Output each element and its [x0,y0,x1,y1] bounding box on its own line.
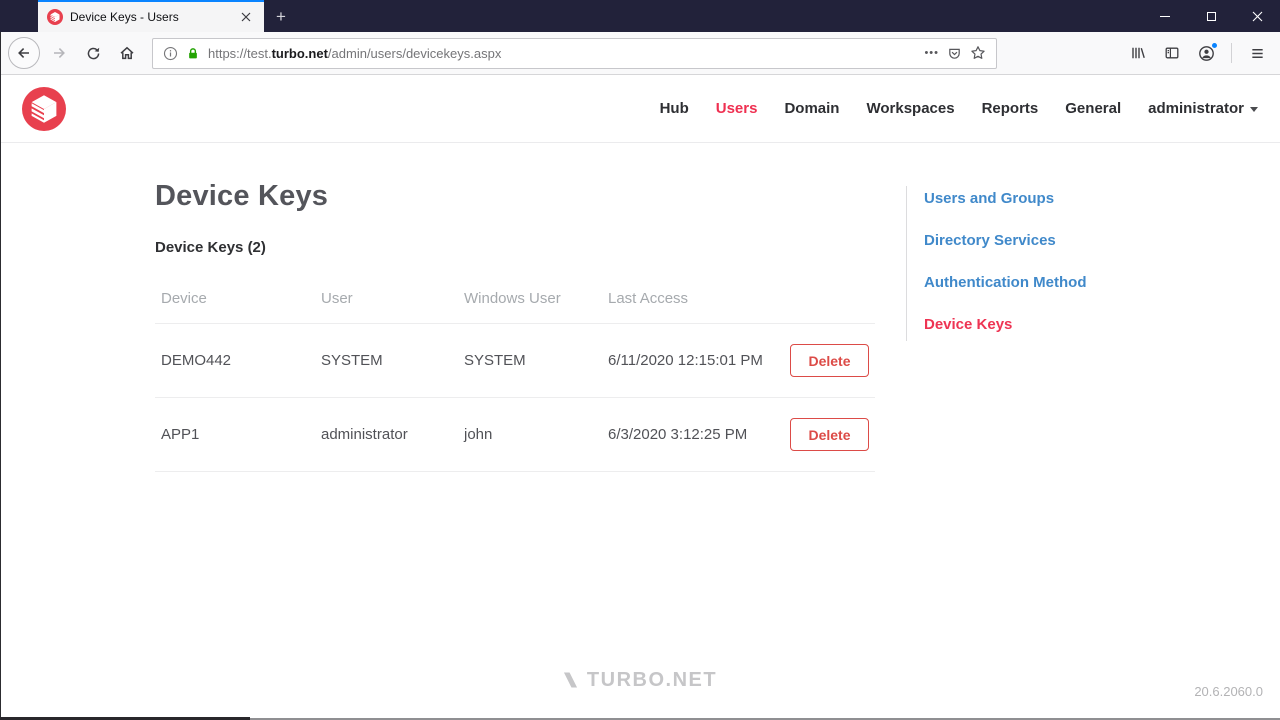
cell-windows-user: john [464,426,493,443]
administrator-label: administrator [1148,100,1244,117]
url-text[interactable]: https://test.turbo.net/admin/users/devic… [208,46,916,61]
cell-windows-user: SYSTEM [464,352,526,369]
page-info-icon[interactable] [163,46,178,61]
page-actions-icon[interactable]: ••• [924,47,939,59]
account-notification-dot [1211,42,1218,49]
pocket-icon[interactable] [947,46,962,61]
nav-item-reports[interactable]: Reports [982,100,1039,117]
content-area: Device Keys Device Keys (2) Device User … [0,143,1280,641]
delete-button[interactable]: Delete [790,344,869,377]
toolbar-separator [1231,43,1232,63]
turbo-wedge-icon [563,672,577,688]
col-header-windows-user: Windows User [464,290,561,307]
minimize-button[interactable] [1142,0,1188,32]
tab-close-icon[interactable] [237,8,255,26]
turbo-logo-icon[interactable] [22,86,66,131]
sidebar-icon [1165,47,1179,59]
cell-user: SYSTEM [321,352,383,369]
cell-device: DEMO442 [161,352,232,369]
nav-item-administrator[interactable]: administrator [1148,100,1258,117]
sidebar-item-users-and-groups[interactable]: Users and Groups [924,190,1086,207]
sidebar-item-device-keys[interactable]: Device Keys [924,316,1086,333]
browser-tab[interactable]: Device Keys - Users [38,0,264,32]
sidebar-item-authentication-method[interactable]: Authentication Method [924,274,1086,291]
site-header: Hub Users Domain Workspaces Reports Gene… [0,75,1280,143]
nav-item-workspaces[interactable]: Workspaces [866,100,954,117]
tab-title: Device Keys - Users [70,10,179,24]
https-lock-icon[interactable] [186,46,200,61]
settings-sidebar: Users and Groups Directory Services Auth… [906,186,1086,341]
nav-item-general[interactable]: General [1065,100,1121,117]
col-header-user: User [321,290,353,307]
col-header-last-access: Last Access [608,290,689,307]
table-header-row: Device User Windows User Last Access [155,280,875,324]
device-keys-count: Device Keys (2) [155,239,266,256]
menu-button[interactable] [1242,38,1272,68]
close-button[interactable] [1234,0,1280,32]
page-body: Hub Users Domain Workspaces Reports Gene… [0,75,1280,720]
sidebar-toggle-button[interactable] [1157,38,1187,68]
minimize-icon [1160,15,1170,17]
device-keys-table: Device User Windows User Last Access DEM… [155,280,875,472]
library-icon [1132,47,1145,59]
main-panel: Device Keys Device Keys (2) Device User … [155,143,875,641]
cell-user: administrator [321,426,408,443]
forward-arrow-icon [54,48,65,58]
library-button[interactable] [1123,38,1153,68]
tab-favicon-turbo-icon [47,9,63,25]
reload-icon [87,47,99,59]
reload-button[interactable] [78,38,108,68]
url-bar[interactable]: https://test.turbo.net/admin/users/devic… [152,37,997,69]
browser-toolbar: https://test.turbo.net/admin/users/devic… [0,32,1280,75]
col-header-device: Device [161,290,207,307]
hamburger-icon [1251,48,1263,58]
delete-button[interactable]: Delete [790,418,869,451]
new-tab-button[interactable]: + [264,2,298,32]
home-button[interactable] [112,38,142,68]
table-row: APP1 administrator john 6/3/2020 3:12:25… [155,398,875,472]
site-footer: TURBO.NET 20.6.2060.0 [0,641,1280,720]
cell-last-access: 6/11/2020 12:15:01 PM [608,352,763,369]
page-title: Device Keys [155,180,329,212]
forward-button[interactable] [44,38,74,68]
browser-titlebar: Device Keys - Users + [0,0,1280,32]
back-arrow-icon [18,48,29,58]
maximize-button[interactable] [1188,0,1234,32]
close-icon [1252,11,1262,21]
footer-brand-text: TURBO.NET [586,668,718,691]
nav-item-domain[interactable]: Domain [784,100,839,117]
cell-device: APP1 [161,426,200,443]
chevron-down-icon [1250,107,1258,112]
version-label: 20.6.2060.0 [1194,684,1263,699]
sidebar-item-directory-services[interactable]: Directory Services [924,232,1086,249]
home-icon [120,46,134,60]
nav-item-users[interactable]: Users [716,100,758,117]
back-button[interactable] [8,37,40,69]
nav-item-hub[interactable]: Hub [660,100,689,117]
bookmark-star-icon[interactable] [970,45,986,61]
cell-last-access: 6/3/2020 3:12:25 PM [608,426,748,443]
table-row: DEMO442 SYSTEM SYSTEM 6/11/2020 12:15:01… [155,324,875,398]
window-controls [1142,0,1280,32]
account-button[interactable] [1191,38,1221,68]
site-nav: Hub Users Domain Workspaces Reports Gene… [660,100,1258,117]
footer-brand: TURBO.NET [563,669,717,692]
window-left-border [0,32,1,720]
maximize-icon [1206,11,1216,21]
